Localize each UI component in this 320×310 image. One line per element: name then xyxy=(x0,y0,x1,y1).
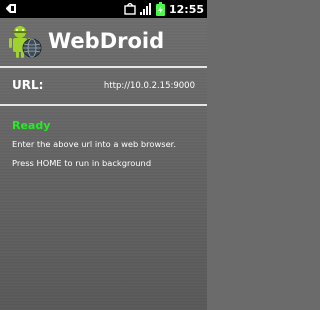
usb-debug-icon xyxy=(6,4,16,13)
battery-icon xyxy=(155,2,165,16)
status-text: Ready xyxy=(12,119,51,132)
header-divider xyxy=(0,66,207,68)
url-value: http://10.0.2.15:9000 xyxy=(103,81,195,91)
webdroid-app: WebDroid URL: http://10.0.2.15:9000 Read… xyxy=(0,18,207,310)
notification-icon xyxy=(124,3,136,15)
signal-icon xyxy=(139,3,151,15)
instruction-text: Enter the above url into a web browser. xyxy=(12,139,176,149)
url-label: URL: xyxy=(12,78,44,92)
android-globe-icon xyxy=(9,26,42,58)
app-title: WebDroid xyxy=(48,29,165,53)
app-header: WebDroid xyxy=(0,18,207,66)
clock: 12:55 xyxy=(168,2,204,16)
background-hint-text: Press HOME to run in background xyxy=(12,158,152,168)
status-bar: 12:55 xyxy=(0,0,207,18)
url-divider xyxy=(0,104,207,106)
